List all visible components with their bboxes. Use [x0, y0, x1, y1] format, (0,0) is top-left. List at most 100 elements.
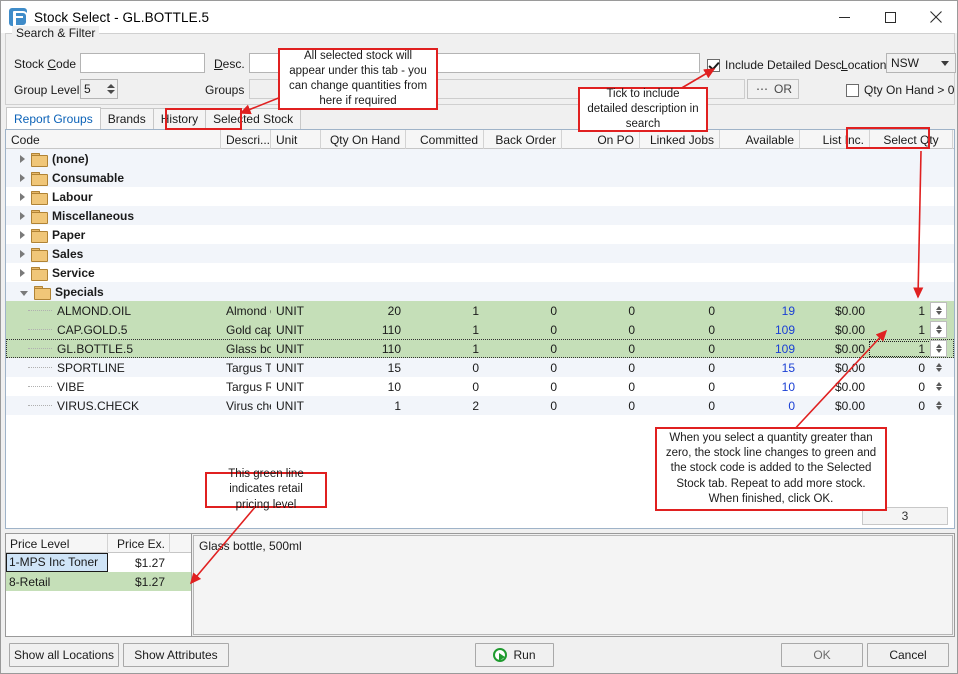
- chevron-right-icon[interactable]: [20, 212, 25, 220]
- folder-icon: [31, 191, 46, 203]
- search-filter-legend: Search & Filter: [12, 26, 99, 40]
- chevron-right-icon[interactable]: [20, 250, 25, 258]
- group-level-stepper[interactable]: 5: [80, 79, 118, 99]
- chevron-down-icon[interactable]: [935, 61, 955, 66]
- desc-label: Desc.: [214, 57, 245, 71]
- chevron-up-icon[interactable]: [936, 325, 942, 329]
- chevron-down-icon[interactable]: [936, 311, 942, 315]
- tree-folder-row[interactable]: Consumable: [6, 168, 954, 187]
- column-header-qty-on-hand[interactable]: Qty On Hand: [321, 130, 406, 149]
- tab-selected-stock[interactable]: Selected Stock: [205, 108, 301, 129]
- column-header-unit[interactable]: Unit: [271, 130, 321, 149]
- close-icon[interactable]: [913, 1, 958, 33]
- show-attributes-button[interactable]: Show Attributes: [123, 643, 229, 667]
- run-button[interactable]: Run: [475, 643, 554, 667]
- cell-select-qty[interactable]: 0: [870, 399, 930, 413]
- qty-on-hand-checkbox[interactable]: Qty On Hand > 0: [846, 83, 954, 97]
- ok-button[interactable]: OK: [781, 643, 863, 667]
- tab-report-groups[interactable]: Report Groups: [6, 107, 101, 129]
- column-header-committed[interactable]: Committed: [406, 130, 484, 149]
- table-row[interactable]: SPORTLINE Targus TS UNIT 15 0 0 0 0 15 $…: [6, 358, 954, 377]
- group-level-arrows[interactable]: [104, 80, 117, 98]
- chevron-up-icon[interactable]: [936, 306, 942, 310]
- cell-select-qty[interactable]: 0: [870, 380, 930, 394]
- column-header-price-ex[interactable]: Price Ex.: [108, 534, 170, 553]
- select-qty-stepper[interactable]: [930, 321, 947, 338]
- chevron-right-icon[interactable]: [20, 193, 25, 201]
- show-all-locations-button[interactable]: Show all Locations: [9, 643, 119, 667]
- column-header-back-order[interactable]: Back Order: [484, 130, 562, 149]
- column-header-available[interactable]: Available: [720, 130, 800, 149]
- cancel-button[interactable]: Cancel: [867, 643, 949, 667]
- tree-folder-row[interactable]: Miscellaneous: [6, 206, 954, 225]
- tree-line-icon: [28, 405, 52, 406]
- cell-select-qty[interactable]: 1: [870, 304, 930, 318]
- chevron-right-icon[interactable]: [20, 269, 25, 277]
- cell-linked-jobs: 0: [640, 304, 720, 318]
- cell-code: SPORTLINE: [52, 361, 221, 375]
- location-select[interactable]: NSW: [886, 53, 956, 73]
- chevron-down-icon[interactable]: [107, 90, 115, 94]
- price-row[interactable]: 8-Retail $1.27: [6, 572, 191, 591]
- tab-brands[interactable]: Brands: [100, 108, 154, 129]
- price-row[interactable]: 1-MPS Inc Toner $1.27: [6, 553, 191, 572]
- column-header-spacer: [170, 534, 190, 553]
- cell-qty-on-hand: 15: [321, 361, 406, 375]
- tree-folder-row[interactable]: Sales: [6, 244, 954, 263]
- or-ellipsis-icon: ⋯: [756, 82, 768, 96]
- cell-linked-jobs: 0: [640, 342, 720, 356]
- chevron-right-icon[interactable]: [20, 174, 25, 182]
- column-header-on-po[interactable]: On PO: [562, 130, 640, 149]
- cell-available: 10: [720, 380, 800, 394]
- column-header-price-level[interactable]: Price Level: [6, 534, 108, 553]
- select-qty-stepper[interactable]: [930, 340, 947, 357]
- chevron-down-icon[interactable]: [936, 387, 942, 391]
- table-row[interactable]: GL.BOTTLE.5 Glass bott UNIT 110 1 0 0 0 …: [6, 339, 954, 358]
- tree-folder-row[interactable]: Labour: [6, 187, 954, 206]
- cell-code: ALMOND.OIL: [52, 304, 221, 318]
- or-button[interactable]: ⋯ OR: [747, 79, 799, 99]
- column-header-descri[interactable]: Descri...: [221, 130, 271, 149]
- stock-code-input[interactable]: [80, 53, 205, 73]
- chevron-down-icon[interactable]: [936, 349, 942, 353]
- cell-select-qty[interactable]: 1: [870, 323, 930, 337]
- cell-select-qty[interactable]: 1: [870, 342, 930, 356]
- column-header-select-qty[interactable]: Select Qty: [870, 130, 953, 149]
- tree-folder-row[interactable]: Service: [6, 263, 954, 282]
- cell-descri: Targus TS: [221, 361, 271, 375]
- chevron-up-icon[interactable]: [107, 84, 115, 88]
- tree-line-icon: [28, 367, 52, 368]
- chevron-up-icon[interactable]: [936, 363, 942, 367]
- column-header-linked-jobs[interactable]: Linked Jobs: [640, 130, 720, 149]
- select-qty-stepper[interactable]: [930, 359, 947, 376]
- folder-label: Consumable: [52, 171, 124, 185]
- table-row[interactable]: VIBE Targus RC UNIT 10 0 0 0 0 10 $0.00 …: [6, 377, 954, 396]
- tree-folder-row[interactable]: Paper: [6, 225, 954, 244]
- tree-folder-row-expanded[interactable]: Specials: [6, 282, 954, 301]
- tab-history[interactable]: History: [153, 108, 206, 129]
- tree-folder-row[interactable]: (none): [6, 149, 954, 168]
- table-row[interactable]: VIRUS.CHECK Virus chec UNIT 1 2 0 0 0 0 …: [6, 396, 954, 415]
- table-row[interactable]: ALMOND.OIL Almond es UNIT 20 1 0 0 0 19 …: [6, 301, 954, 320]
- column-header-code[interactable]: Code: [6, 130, 221, 149]
- chevron-up-icon[interactable]: [936, 344, 942, 348]
- chevron-right-icon[interactable]: [20, 155, 25, 163]
- include-detailed-desc-checkbox[interactable]: Include Detailed Desc: [707, 58, 842, 72]
- chevron-up-icon[interactable]: [936, 401, 942, 405]
- column-header-list-inc[interactable]: List Inc.: [800, 130, 870, 149]
- chevron-down-icon[interactable]: [936, 330, 942, 334]
- minimize-icon[interactable]: [821, 1, 867, 33]
- select-qty-stepper[interactable]: [930, 302, 947, 319]
- chevron-right-icon[interactable]: [20, 231, 25, 239]
- cell-select-qty[interactable]: 0: [870, 361, 930, 375]
- chevron-down-icon[interactable]: [20, 291, 28, 296]
- chevron-down-icon[interactable]: [936, 368, 942, 372]
- cell-committed: 1: [406, 304, 484, 318]
- select-qty-stepper[interactable]: [930, 378, 947, 395]
- table-row[interactable]: CAP.GOLD.5 Gold cap 1 UNIT 110 1 0 0 0 1…: [6, 320, 954, 339]
- chevron-up-icon[interactable]: [936, 382, 942, 386]
- maximize-icon[interactable]: [867, 1, 913, 33]
- cell-on-po: 0: [562, 380, 640, 394]
- chevron-down-icon[interactable]: [936, 406, 942, 410]
- select-qty-stepper[interactable]: [930, 397, 947, 414]
